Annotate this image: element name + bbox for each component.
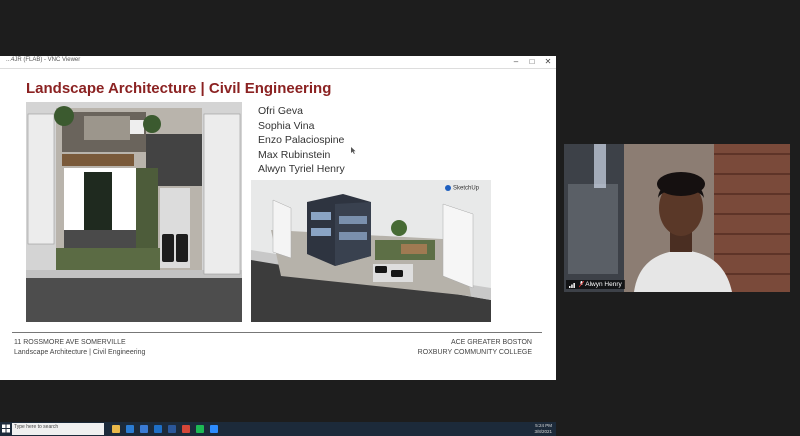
team-member-list: Ofri Geva Sophia Vina Enzo Palaciospine …: [258, 104, 345, 177]
taskbar-search-placeholder: Type here to search: [14, 424, 59, 430]
chrome-icon[interactable]: [182, 425, 190, 433]
sketchup-label: SketchUp: [445, 185, 479, 192]
footer-organization: ACE GREATER BOSTON: [450, 339, 532, 346]
window-titlebar: ...4JR (FLAB) - VNC Viewer – □ ✕: [0, 56, 556, 69]
window-title: ...4JR (FLAB) - VNC Viewer: [6, 57, 81, 63]
sketchup-logo-icon: [445, 185, 451, 191]
close-button[interactable]: ✕: [540, 56, 556, 68]
word-icon[interactable]: [168, 425, 176, 433]
windows-taskbar: Type here to search 5:24 PM 3/8/2021: [0, 422, 556, 436]
shared-screen-window: ...4JR (FLAB) - VNC Viewer – □ ✕ Landsca…: [0, 56, 556, 436]
team-member-name: Ofri Geva: [258, 105, 303, 117]
site-plan-image: [26, 102, 242, 322]
footer-address: 11 ROSSMORE AVE SOMERVILLE: [14, 339, 126, 346]
footer-department: Landscape Architecture | Civil Engineeri…: [14, 349, 146, 356]
mouse-cursor-icon: [351, 147, 356, 154]
participant-video[interactable]: [564, 144, 790, 292]
team-member-name: Sophia Vina: [258, 119, 315, 132]
zoom-icon[interactable]: [210, 425, 218, 433]
footer-divider: [12, 332, 542, 333]
store-icon[interactable]: [140, 425, 148, 433]
minimize-button[interactable]: –: [508, 56, 524, 68]
participant-name: Alwyn Henry: [585, 281, 622, 289]
spotify-icon[interactable]: [196, 425, 204, 433]
team-member-name: Max Rubinstein: [258, 148, 331, 161]
clock-date: 3/8/2021: [534, 428, 552, 434]
participant-name-tag: Alwyn Henry: [566, 280, 625, 290]
footer-college: ROXBURY COMMUNITY COLLEGE: [417, 349, 532, 356]
file-explorer-icon[interactable]: [112, 425, 120, 433]
team-member-name: Alwyn Tyriel Henry: [258, 163, 345, 176]
team-member-name: Enzo Palaciospine: [258, 134, 345, 147]
taskbar-clock[interactable]: 5:24 PM 3/8/2021: [514, 423, 552, 434]
edge-icon[interactable]: [126, 425, 134, 433]
slide-title: Landscape Architecture | Civil Engineeri…: [26, 80, 332, 97]
mail-icon[interactable]: [154, 425, 162, 433]
microphone-muted-icon: [578, 280, 585, 288]
signal-bars-icon: [569, 282, 575, 288]
maximize-button[interactable]: □: [524, 56, 540, 68]
sketchup-render-image: SketchUp: [251, 180, 491, 322]
windows-start-icon[interactable]: [2, 424, 10, 433]
